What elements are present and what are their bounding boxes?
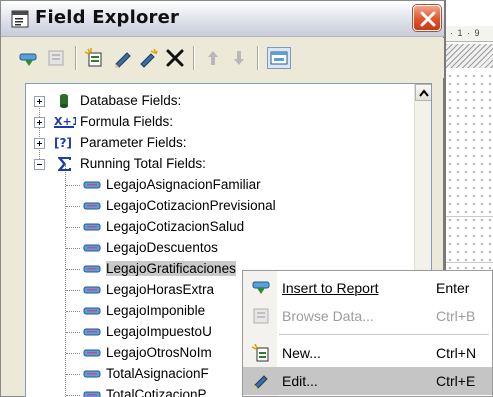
running-total-icon: [82, 198, 102, 214]
expand-icon[interactable]: [34, 96, 45, 107]
menu-item-shortcut: Ctrl+E: [436, 373, 476, 389]
edit-pencil-icon[interactable]: [111, 47, 135, 69]
tree-item-label: LegajoDescuentos: [106, 240, 218, 255]
tree-connector: [66, 185, 80, 186]
new-field-icon: [251, 343, 270, 362]
tree-item-formula-fields[interactable]: X+1 Formula Fields:: [26, 111, 426, 133]
running-total-icon: [82, 240, 102, 256]
tree-item-label: Parameter Fields:: [80, 135, 187, 150]
tree-item-running-total[interactable]: LegajoCotizacionPrevisional: [26, 195, 426, 217]
delete-icon[interactable]: [163, 47, 187, 69]
tree-connector: [66, 248, 80, 249]
tree-item-running-total[interactable]: LegajoDescuentos: [26, 237, 426, 259]
screen: · 1 · 9 Field Explorer Database Fields: …: [0, 0, 493, 397]
svg-text:[?]: [?]: [54, 136, 72, 150]
insert-to-report-icon: [252, 279, 270, 297]
tree-item-running-total[interactable]: LegajoAsignacionFamiliar: [26, 174, 426, 196]
field-explorer-icon: [11, 10, 29, 28]
window-title: Field Explorer: [35, 7, 180, 28]
tree-connector: [66, 374, 80, 375]
menu-item-edit[interactable]: Edit... Ctrl+E: [243, 367, 492, 395]
close-icon[interactable]: [413, 5, 441, 31]
browse-data-icon[interactable]: [45, 47, 69, 69]
tree-item-label: LegajoImpuestoU: [106, 324, 212, 339]
tree-item-label: LegajoGratificaciones: [106, 261, 236, 276]
running-total-icon: [82, 261, 102, 277]
tree-item-label: LegajoHorasExtra: [106, 282, 215, 297]
browse-data-icon: [252, 307, 270, 325]
toolbar-separator: [193, 46, 195, 70]
toolbar-separator: [257, 46, 259, 70]
section-divider: [446, 216, 493, 217]
section-divider: [446, 262, 493, 263]
sigma-icon: [56, 156, 76, 172]
move-up-icon[interactable]: [201, 47, 225, 69]
menu-item-label: Edit...: [282, 373, 318, 389]
tree-connector: [66, 353, 80, 354]
running-total-icon: [82, 387, 102, 397]
parameter-icon: [?]: [54, 135, 74, 151]
expand-icon[interactable]: [34, 138, 45, 149]
tree-connector: [66, 269, 80, 270]
tree-connector: [66, 395, 80, 396]
scroll-up-button[interactable]: [415, 84, 431, 101]
move-down-icon[interactable]: [227, 47, 251, 69]
running-total-icon: [82, 177, 102, 193]
rename-icon[interactable]: [137, 47, 161, 69]
toolbar-separator: [75, 46, 77, 70]
tree-item-label: Running Total Fields:: [80, 156, 206, 171]
tree-item-label: TotalAsignacionF: [106, 366, 209, 381]
tree-item-label: TotalCotizacionP: [106, 387, 207, 397]
tree-connector: [66, 227, 80, 228]
menu-item-label: Insert to Report: [282, 280, 379, 296]
tree-item-parameter-fields[interactable]: [?] Parameter Fields:: [26, 132, 426, 154]
toolbar: [1, 38, 444, 78]
tree-connector: [66, 332, 80, 333]
show-field-type-icon[interactable]: [267, 47, 291, 69]
tree-connector: [66, 206, 80, 207]
menu-item-shortcut: Ctrl+B: [436, 308, 476, 324]
running-total-icon: [82, 282, 102, 298]
hatched-section-band: [446, 44, 493, 68]
tree-item-label: LegajoImponible: [106, 303, 206, 318]
database-icon: [56, 93, 76, 109]
title-bar[interactable]: Field Explorer: [1, 1, 444, 37]
menu-item-label: Browse Data...: [282, 308, 374, 324]
running-total-icon: [82, 303, 102, 319]
running-total-icon: [82, 219, 102, 235]
insert-to-report-icon[interactable]: [17, 47, 41, 69]
running-total-icon: [82, 324, 102, 340]
ruler-ticks: · 1 · 9: [450, 28, 481, 38]
menu-item-shortcut: Enter: [436, 280, 470, 296]
tree-item-label: Formula Fields:: [80, 114, 174, 129]
tree-item-database-fields[interactable]: Database Fields:: [26, 90, 426, 112]
tree-item-label: LegajoCotizacionPrevisional: [106, 198, 276, 213]
menu-item-browse-data[interactable]: Browse Data... Ctrl+B: [243, 302, 492, 330]
menu-separator: [279, 334, 489, 335]
horizontal-ruler: · 1 · 9: [446, 26, 493, 42]
menu-item-shortcut: Ctrl+N: [436, 345, 477, 361]
tree-item-label: LegajoOtrosNoIm: [106, 345, 212, 360]
tree-connector: [66, 311, 80, 312]
running-total-icon: [82, 366, 102, 382]
running-total-icon: [82, 345, 102, 361]
edit-pencil-icon: [252, 372, 270, 390]
tree-item-label: LegajoAsignacionFamiliar: [106, 177, 261, 192]
formula-icon: X+1: [54, 114, 79, 130]
tree-item-label: LegajoCotizacionSalud: [106, 219, 245, 234]
expand-icon[interactable]: [34, 117, 45, 128]
tree-item-label: Database Fields:: [80, 93, 182, 108]
collapse-icon[interactable]: [34, 159, 45, 170]
tree-item-running-total-fields[interactable]: Running Total Fields:: [26, 153, 426, 175]
context-menu: Insert to Report Enter Browse Data... Ct…: [242, 270, 493, 397]
menu-item-label: New...: [282, 345, 321, 361]
tree-item-running-total[interactable]: LegajoCotizacionSalud: [26, 216, 426, 238]
new-field-icon[interactable]: [83, 47, 107, 69]
tree-connector: [66, 290, 80, 291]
menu-item-insert-to-report[interactable]: Insert to Report Enter: [243, 274, 492, 302]
menu-item-new[interactable]: New... Ctrl+N: [243, 339, 492, 367]
